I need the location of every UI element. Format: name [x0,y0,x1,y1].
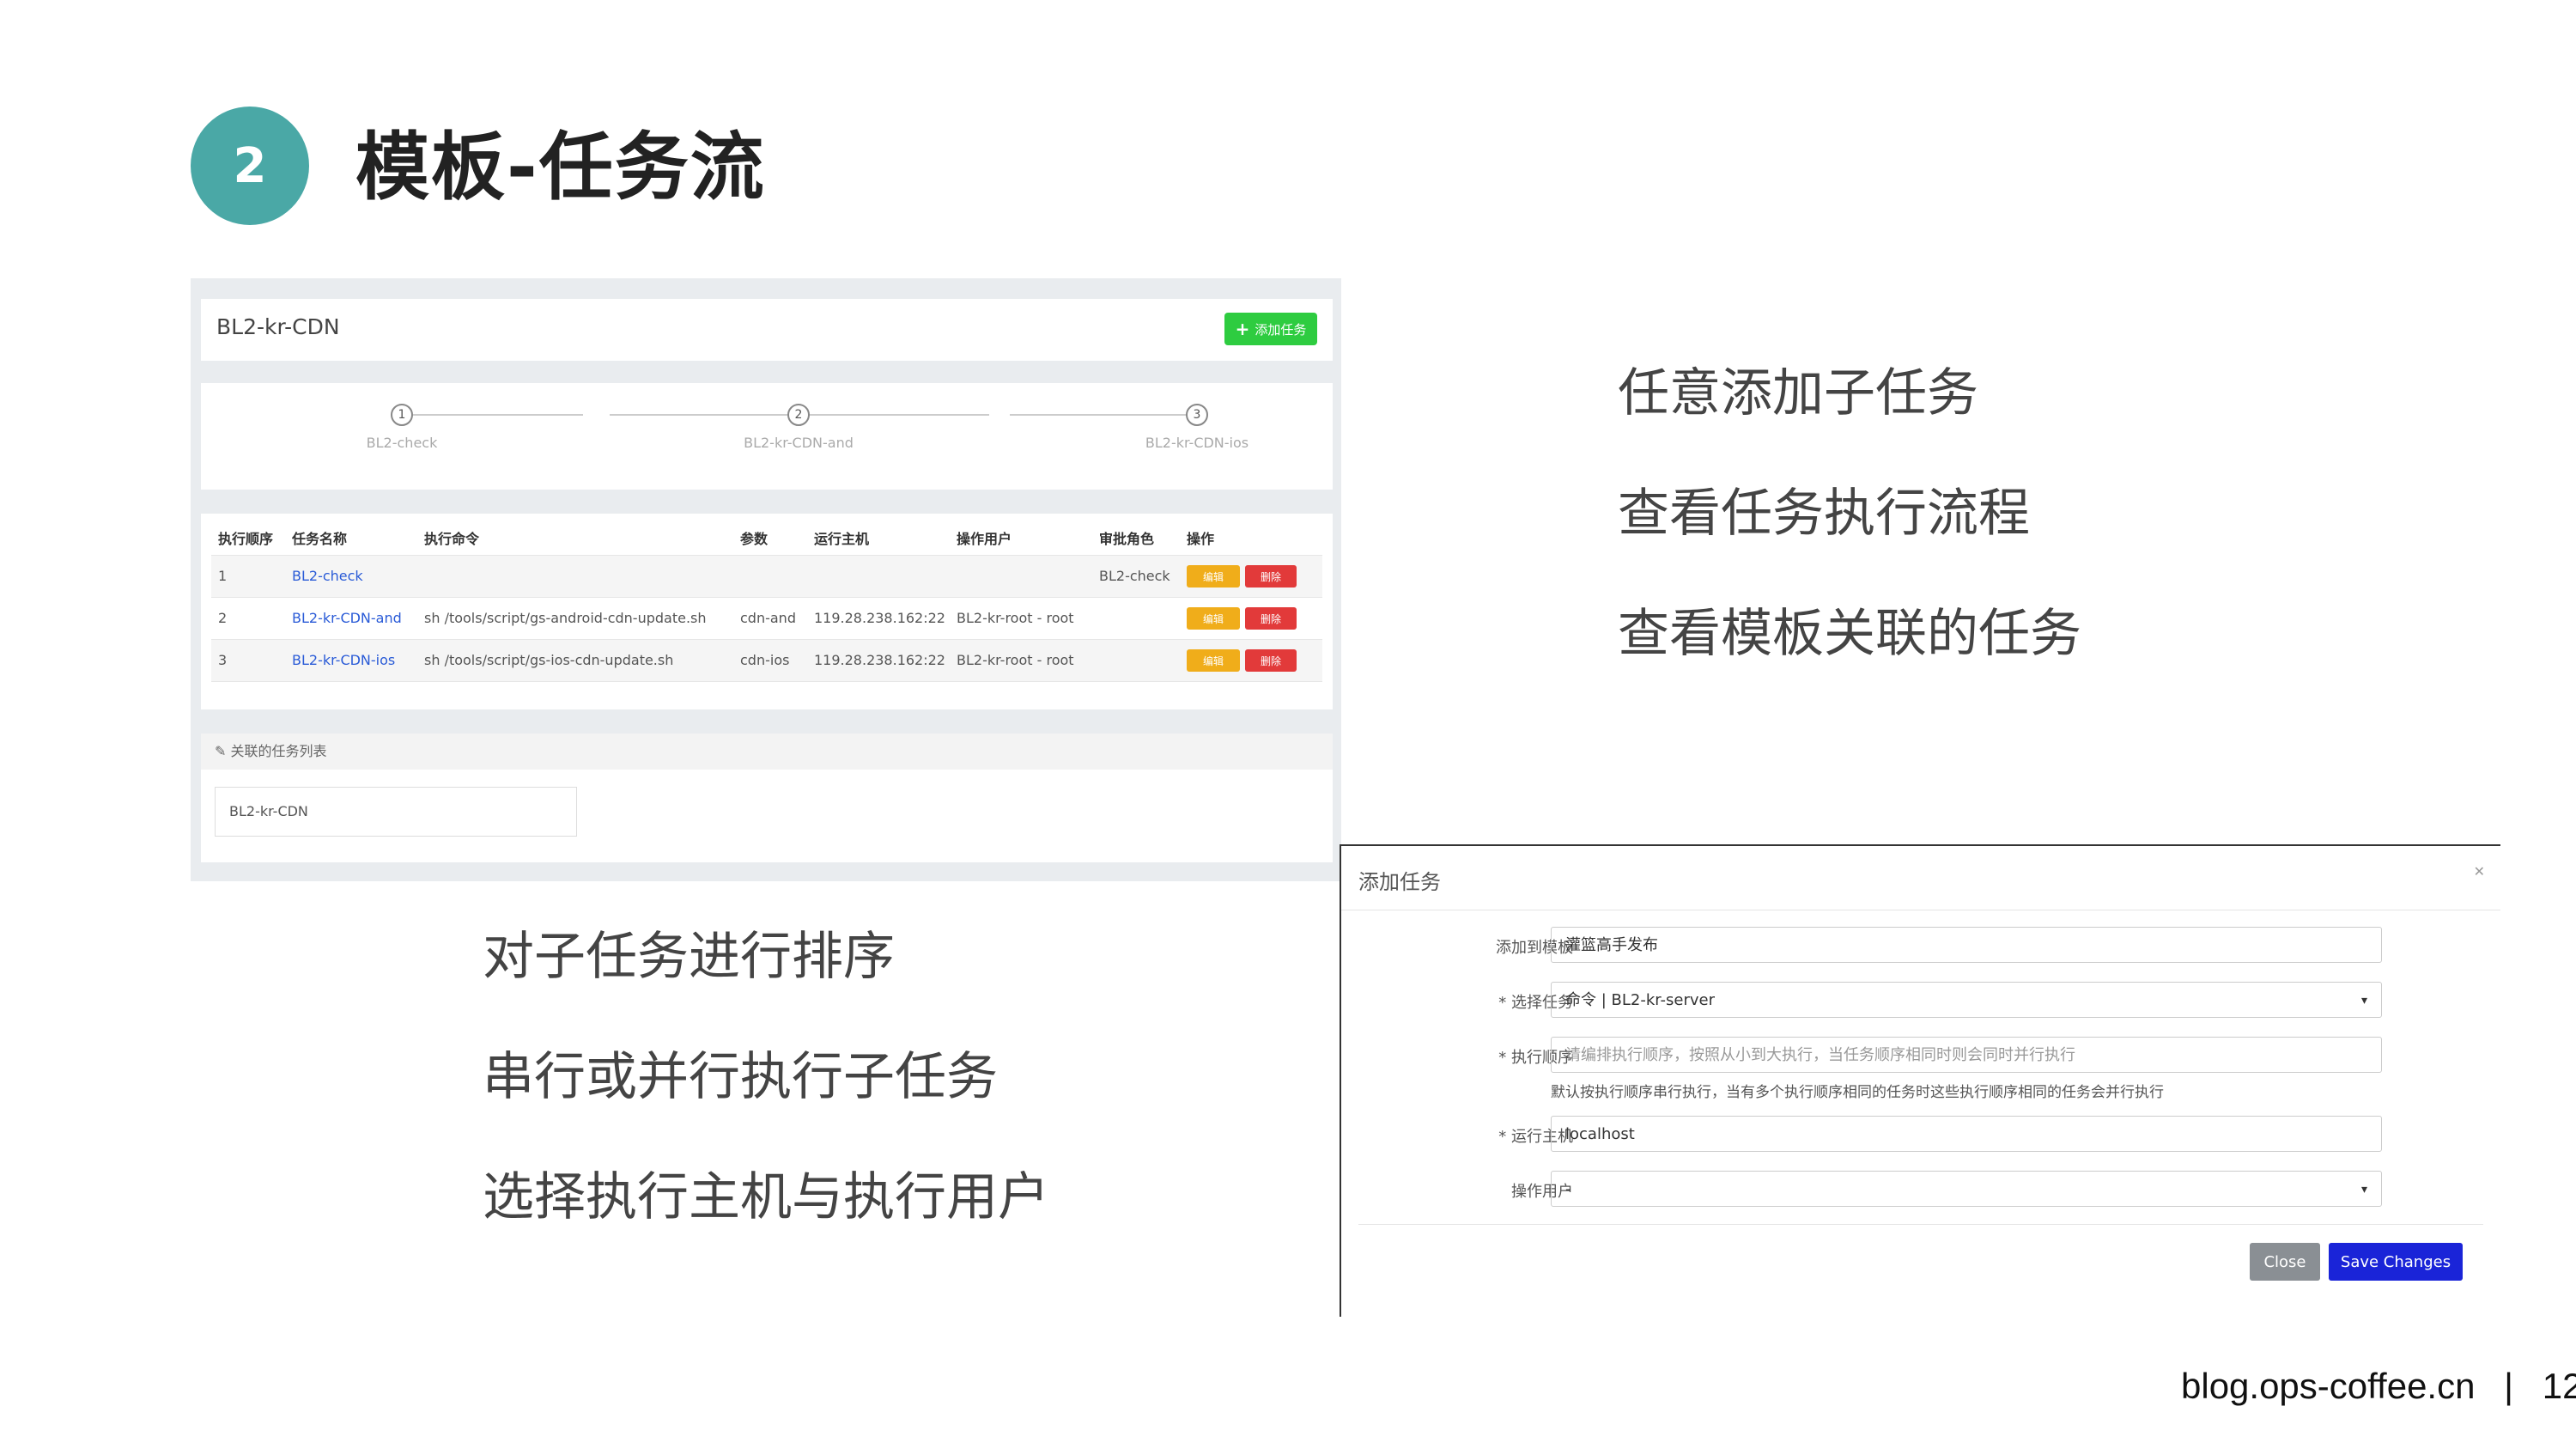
host-cell: 119.28.238.162:22 [814,652,945,668]
table-row: 3 BL2-kr-CDN-ios sh /tools/script/gs-ios… [211,640,1322,682]
task-name-link[interactable]: BL2-kr-CDN-and [292,598,402,639]
related-task-item[interactable]: BL2-kr-CDN [215,787,577,837]
close-button[interactable]: Close [2250,1243,2320,1281]
template-title: BL2-kr-CDN [216,314,340,339]
link-icon: ✎ [215,743,227,759]
role-cell: BL2-check [1099,568,1170,584]
delete-button[interactable]: 删除 [1245,607,1297,630]
param-cell: cdn-and [740,610,796,626]
feature-text: 查看模板关联的任务 [1618,604,2081,664]
related-tasks-header: ✎ 关联的任务列表 [201,734,1333,770]
task-select-value: 命令 | BL2-kr-server [1565,991,1715,1009]
page-number: 12 [2542,1366,2576,1406]
host-cell: 119.28.238.162:22 [814,610,945,626]
delete-button[interactable]: 删除 [1245,649,1297,672]
slide-title: 模板-任务流 [355,125,766,210]
column-header: 运行主机 [814,531,870,547]
order-cell: 2 [218,610,228,626]
feature-text: 对子任务进行排序 [483,927,895,987]
footer: blog.ops-coffee.cn | 12 [2181,1366,2576,1407]
host-field[interactable]: localhost [1551,1116,2382,1152]
delete-button[interactable]: 删除 [1245,565,1297,588]
order-help-text: 默认按执行顺序串行执行，当有多个执行顺序相同的任务时这些执行顺序相同的任务会并行… [1551,1084,2164,1101]
subtask-table-card: 执行顺序 任务名称 执行命令 参数 运行主机 操作用户 审批角色 操作 1 BL… [201,514,1333,709]
order-cell: 3 [218,652,228,668]
delete-label: 删除 [1260,612,1281,625]
step-label: BL2-kr-CDN-and [744,435,854,451]
footer-separator: | [2504,1366,2514,1406]
template-field[interactable]: 灌篮高手发布 [1551,927,2382,963]
command-cell: sh /tools/script/gs-ios-cdn-update.sh [424,652,674,668]
column-header: 操作 [1187,531,1215,547]
task-select[interactable]: 命令 | BL2-kr-server ▾ [1551,982,2382,1018]
feature-text: 选择执行主机与执行用户 [483,1167,1049,1227]
flow-step[interactable]: 2 BL2-kr-CDN-and [704,404,893,451]
table-header-row: 执行顺序 任务名称 执行命令 参数 运行主机 操作用户 审批角色 操作 [211,524,1322,556]
delete-label: 删除 [1260,570,1281,583]
add-task-modal: 添加任务 ✕ 添加到模板 灌篮高手发布 * 选择任务 命令 | BL2-kr-s… [1340,844,2500,1317]
edit-button[interactable]: 编辑 [1187,565,1240,588]
delete-label: 删除 [1260,654,1281,667]
column-header: 执行命令 [424,531,480,547]
feature-text: 查看任务执行流程 [1618,484,2030,544]
edit-label: 编辑 [1202,570,1224,583]
flow-step[interactable]: 1 BL2-check [307,404,496,451]
task-name-link[interactable]: BL2-check [292,556,363,597]
edit-button[interactable]: 编辑 [1187,649,1240,672]
plus-icon: + [1235,319,1250,339]
feature-text: 任意添加子任务 [1618,363,1978,423]
edit-label: 编辑 [1202,654,1224,667]
feature-text: 串行或并行执行子任务 [483,1047,998,1107]
section-number-badge: 2 [191,107,309,225]
template-header-card: BL2-kr-CDN + 添加任务 [201,299,1333,361]
add-task-button[interactable]: + 添加任务 [1224,313,1317,345]
column-header: 任务名称 [292,531,348,547]
step-number-icon: 1 [391,404,413,426]
step-number-icon: 3 [1186,404,1208,426]
column-header: 操作用户 [957,531,1012,547]
order-field[interactable]: 请编排执行顺序，按照从小到大执行，当任务顺序相同时则会同时并行执行 [1551,1037,2382,1073]
user-cell: BL2-kr-root - root [957,610,1074,626]
save-changes-button[interactable]: Save Changes [2329,1243,2463,1281]
template-page-screenshot: BL2-kr-CDN + 添加任务 1 BL2-check 2 BL2-kr-C… [191,278,1341,881]
modal-divider [1358,1224,2483,1225]
related-tasks-title: 关联的任务列表 [230,743,327,759]
chevron-down-icon: ▾ [2360,1183,2367,1196]
subtask-table: 执行顺序 任务名称 执行命令 参数 运行主机 操作用户 审批角色 操作 1 BL… [211,524,1322,682]
footer-site: blog.ops-coffee.cn [2181,1366,2476,1406]
close-icon[interactable]: ✕ [2474,863,2485,880]
column-header: 审批角色 [1099,531,1155,547]
flow-step[interactable]: 3 BL2-kr-CDN-ios [1103,404,1291,451]
operator-select-value: - [1565,1180,1571,1198]
chevron-down-icon: ▾ [2360,994,2367,1008]
task-name-link[interactable]: BL2-kr-CDN-ios [292,640,395,681]
related-tasks-card: ✎ 关联的任务列表 BL2-kr-CDN [201,734,1333,862]
order-cell: 1 [218,568,228,584]
command-cell: sh /tools/script/gs-android-cdn-update.s… [424,610,707,626]
step-label: BL2-kr-CDN-ios [1145,435,1249,451]
operator-select[interactable]: - ▾ [1551,1171,2382,1207]
add-task-label: 添加任务 [1255,321,1307,338]
column-header: 执行顺序 [218,531,274,547]
modal-title: 添加任务 [1358,870,1441,894]
step-label: BL2-check [366,435,438,451]
task-flow-steps: 1 BL2-check 2 BL2-kr-CDN-and 3 BL2-kr-CD… [201,383,1333,490]
edit-label: 编辑 [1202,612,1224,625]
table-row: 2 BL2-kr-CDN-and sh /tools/script/gs-and… [211,598,1322,640]
column-header: 参数 [740,531,769,547]
table-row: 1 BL2-check BL2-check 编辑 删除 [211,556,1322,598]
edit-button[interactable]: 编辑 [1187,607,1240,630]
param-cell: cdn-ios [740,652,790,668]
user-cell: BL2-kr-root - root [957,652,1074,668]
step-number-icon: 2 [787,404,810,426]
